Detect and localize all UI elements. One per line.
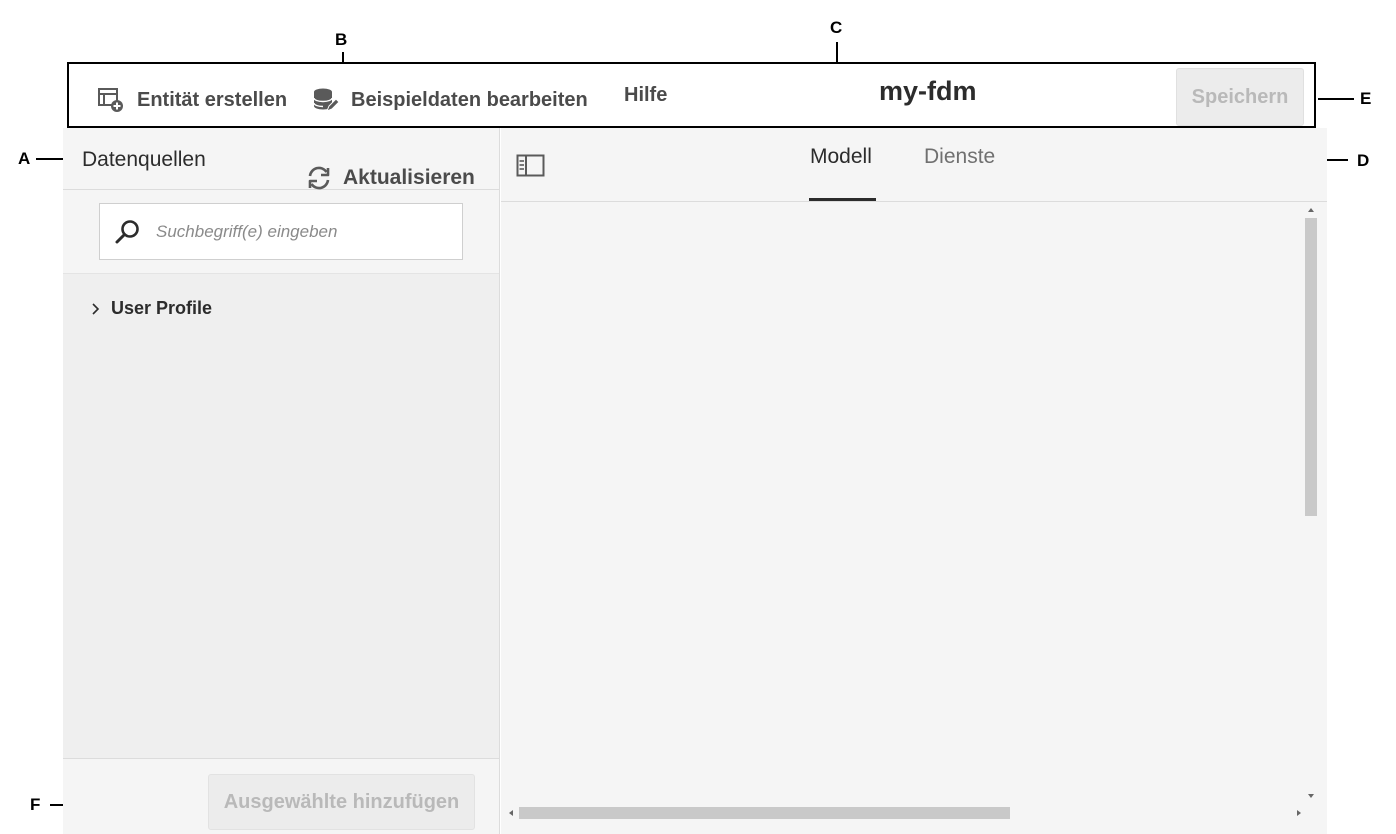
horizontal-scroll-thumb[interactable] [519,807,1010,819]
tab-services[interactable]: Dienste [924,145,995,169]
create-entity-button[interactable]: Entität erstellen [97,86,287,114]
callout-e: E [1360,89,1372,108]
vertical-scrollbar[interactable] [1305,206,1317,802]
add-selected-button[interactable]: Ausgewählte hinzufügen [208,774,475,830]
data-sources-panel: Datenquellen Aktualisieren Suchbegriff(e… [63,128,500,834]
model-tabs-header: Modell Dienste [501,128,1327,202]
edit-sample-data-label: Beispieldaten bearbeiten [351,88,588,111]
create-entity-icon [97,86,125,114]
chevron-right-icon[interactable] [89,302,103,316]
toggle-side-panel-icon[interactable] [516,154,546,178]
scroll-up-arrow[interactable] [1308,208,1314,212]
refresh-button[interactable]: Aktualisieren [305,164,475,192]
tab-model[interactable]: Modell [810,145,872,169]
active-tab-indicator [809,198,876,201]
horizontal-scrollbar[interactable] [507,806,1303,820]
callout-b: B [335,30,348,49]
search-icon [114,218,142,246]
callout-f: F [30,795,41,814]
search-box[interactable] [99,203,463,260]
tree-item-user-profile[interactable]: User Profile [89,298,212,319]
scroll-left-arrow[interactable] [509,810,513,816]
leader-line-e [1318,98,1354,100]
data-source-tree: User Profile [63,273,499,759]
vertical-scroll-thumb[interactable] [1305,218,1317,516]
help-link[interactable]: Hilfe [624,84,667,107]
data-sources-title: Datenquellen [82,148,206,171]
save-button[interactable]: Speichern [1176,68,1304,126]
help-label: Hilfe [624,84,668,106]
page-title: my-fdm [879,76,977,106]
model-canvas-panel: Modell Dienste [501,128,1327,834]
edit-sample-data-icon [311,86,339,114]
create-entity-label: Entität erstellen [137,88,288,111]
tree-item-label: User Profile [111,298,213,318]
scroll-right-arrow[interactable] [1297,810,1301,816]
data-sources-header: Datenquellen Aktualisieren [63,128,500,190]
edit-sample-data-button[interactable]: Beispieldaten bearbeiten [311,86,588,114]
top-toolbar: Entität erstellen Beispieldaten bearbeit… [67,62,1316,128]
refresh-icon [305,164,333,192]
callout-a: A [18,149,31,168]
scroll-down-arrow[interactable] [1308,794,1314,798]
callout-d: D [1357,151,1370,170]
callout-c: C [830,18,843,37]
search-input[interactable] [156,221,416,242]
refresh-label: Aktualisieren [343,166,475,189]
